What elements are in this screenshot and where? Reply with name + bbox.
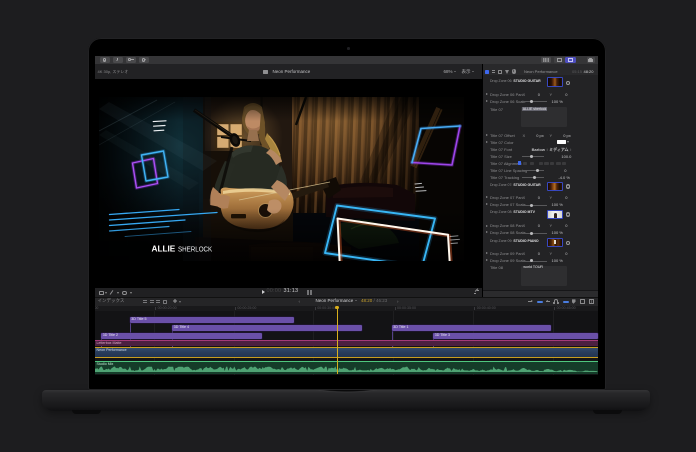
svg-text:SHERLOCK: SHERLOCK [178, 244, 212, 253]
svg-text:ALLIE: ALLIE [151, 243, 175, 253]
